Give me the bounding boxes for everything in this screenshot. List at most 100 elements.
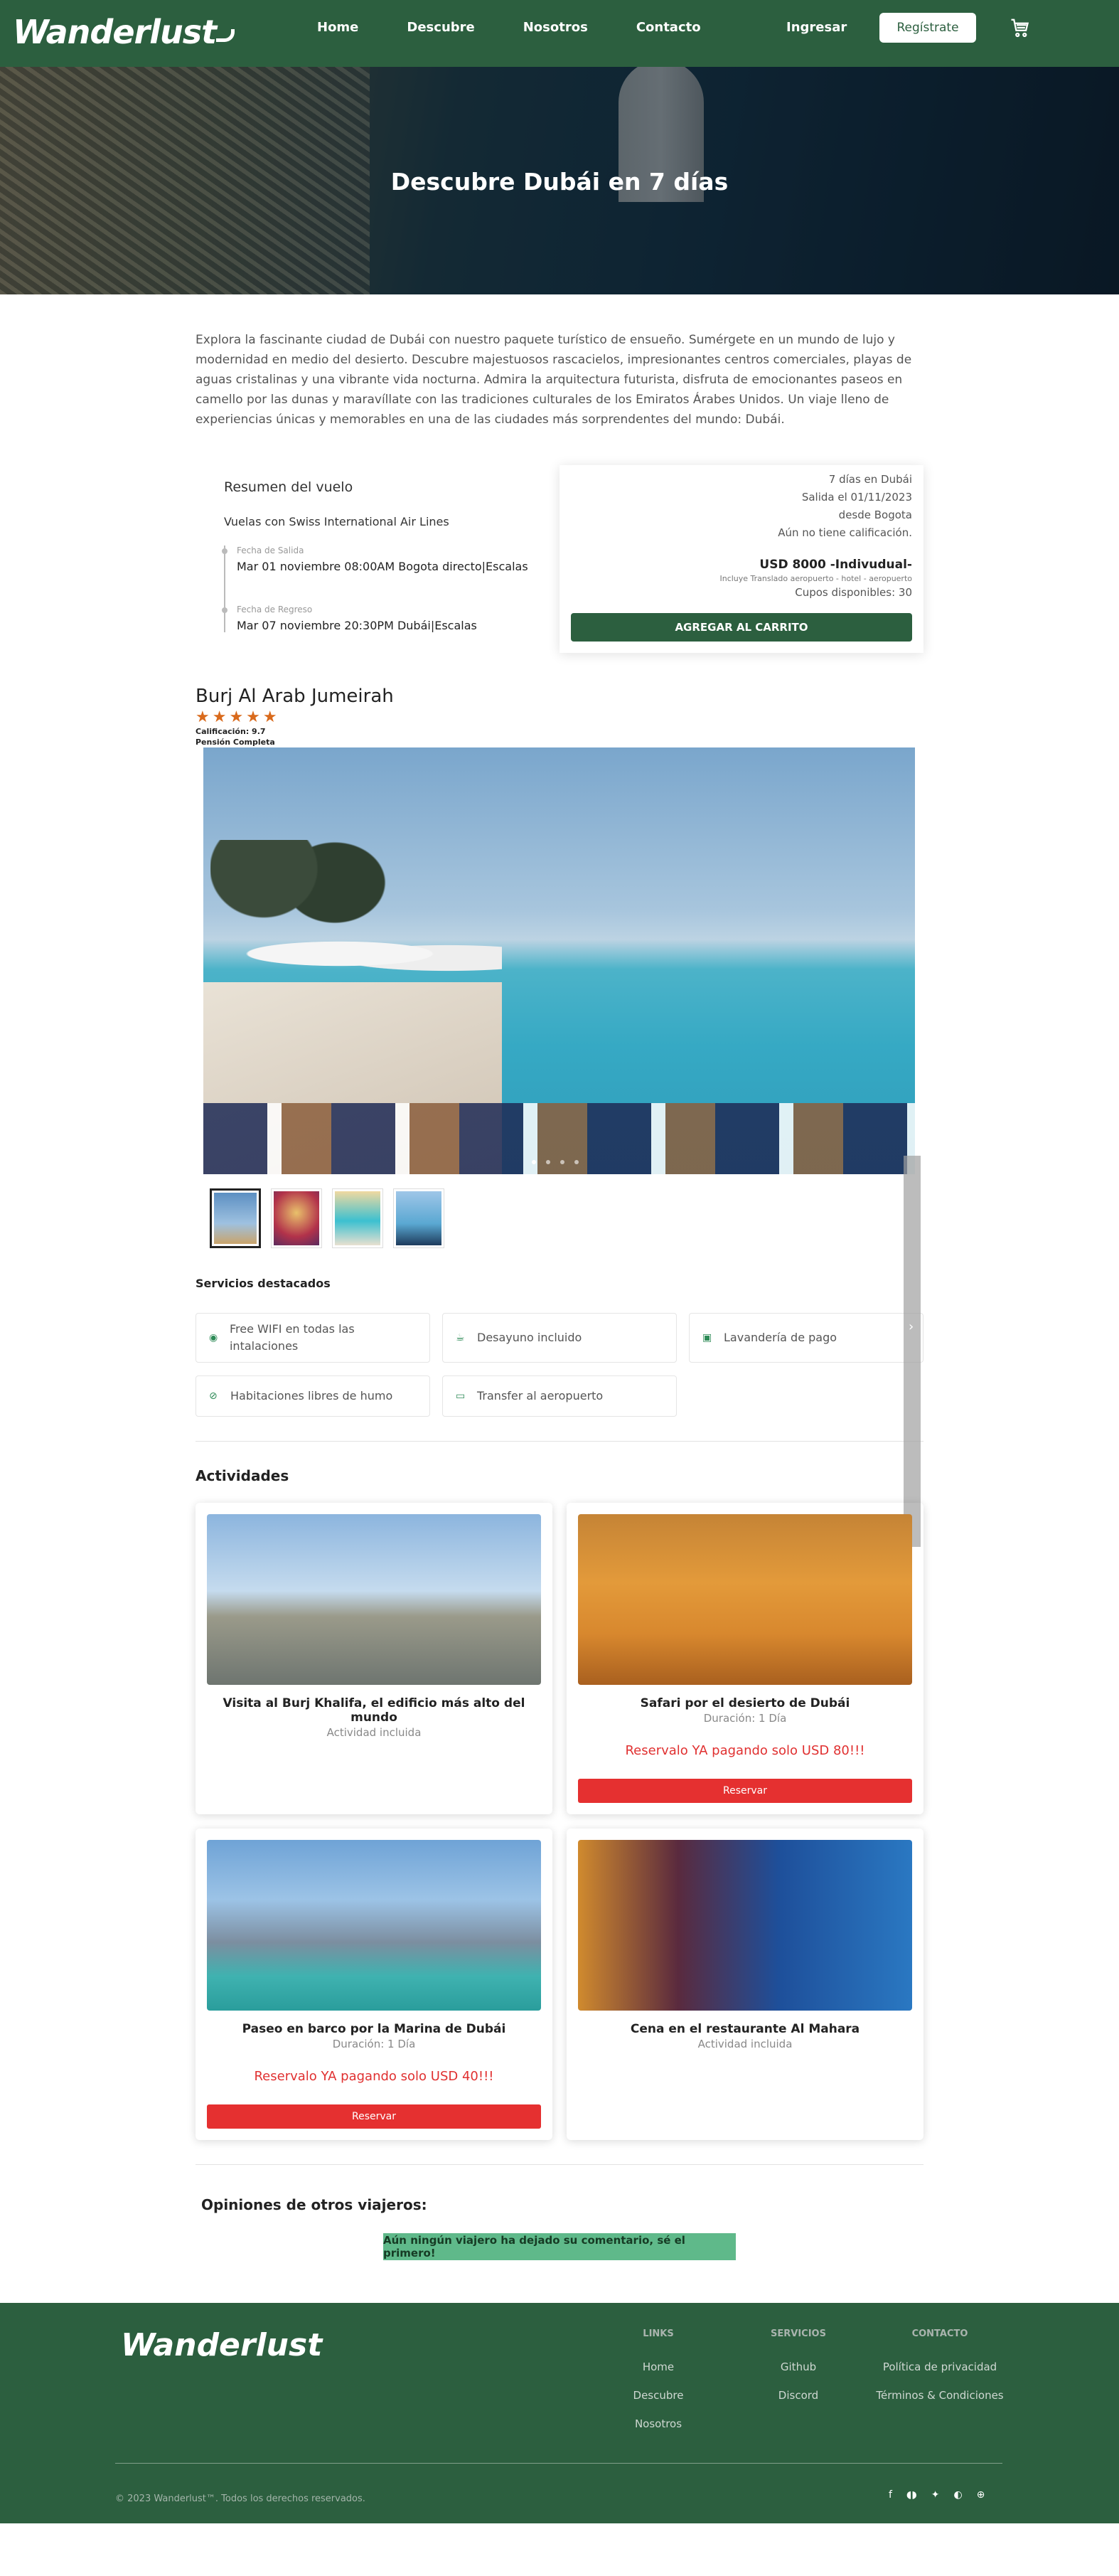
nav-link-descubre[interactable]: Descubre	[407, 20, 474, 35]
footer-col-title: SERVICIOS	[771, 2328, 826, 2339]
coffee-icon: ☕	[456, 1332, 465, 1343]
footer-link-github[interactable]: Github	[770, 2361, 827, 2373]
hotel-score: Calificación: 9.7	[196, 727, 266, 736]
github-icon[interactable]: ◐	[953, 2489, 962, 2501]
footer: Wanderlust LINKS Home Descubre Nosotros …	[0, 2303, 1119, 2523]
activity-title: Visita al Burj Khalifa, el edificio más …	[223, 1696, 525, 1725]
footer-link-privacy[interactable]: Política de privacidad	[876, 2361, 1004, 2373]
activity-sub: Duración: 1 Día	[332, 2038, 416, 2050]
main-content: Explora la fascinante ciudad de Dubái co…	[196, 330, 923, 2260]
activity-promo: Reservalo YA pagando solo USD 80!!!	[625, 1743, 865, 1758]
activity-card: Safari por el desierto de Dubái Duración…	[567, 1503, 923, 1814]
footer-link-home[interactable]: Home	[633, 2361, 684, 2373]
hotel-board: Pensión Completa	[196, 738, 275, 747]
flight-timeline: Fecha de Salida Mar 01 noviembre 08:00AM…	[222, 545, 531, 632]
hotel-stars: ★★★★★	[196, 708, 280, 726]
footer-divider	[115, 2463, 1002, 2464]
activity-image	[578, 1514, 912, 1685]
nav-link-contacto[interactable]: Contacto	[636, 20, 701, 35]
activity-promo: Reservalo YA pagando solo USD 40!!!	[254, 2069, 494, 2084]
service-item: ▣ Lavandería de pago	[689, 1313, 923, 1363]
footer-link-terms[interactable]: Términos & Condiciones	[876, 2389, 1004, 2402]
chevron-right-icon[interactable]: ›	[909, 1319, 914, 1334]
no-smoking-icon: ⊘	[209, 1390, 218, 1402]
airline-text: Vuelas con Swiss International Air Lines	[224, 515, 449, 528]
thumbnail[interactable]	[271, 1188, 322, 1248]
nav-link-nosotros[interactable]: Nosotros	[523, 20, 588, 35]
service-item: ◉ Free WIFI en todas las intalaciones	[196, 1313, 430, 1363]
footer-col-contact: CONTACTO Política de privacidad Términos…	[876, 2328, 1004, 2417]
activity-title: Cena en el restaurante Al Mahara	[630, 2022, 860, 2036]
activity-image	[207, 1514, 541, 1685]
booking-card: 7 días en Dubái Salida el 01/11/2023 des…	[560, 465, 923, 653]
register-button[interactable]: Regístrate	[879, 13, 976, 43]
nav-link-home[interactable]: Home	[317, 20, 358, 35]
price-text: USD 8000 -Indivudual-	[759, 558, 912, 572]
activity-image	[578, 1840, 912, 2011]
login-link[interactable]: Ingresar	[786, 20, 847, 35]
thumbnail[interactable]	[393, 1188, 444, 1248]
hotel-name: Burj Al Arab Jumeirah	[196, 686, 394, 707]
departure-label: Fecha de Salida	[222, 545, 531, 555]
activity-sub: Actividad incluida	[697, 2038, 793, 2050]
footer-link-nosotros[interactable]: Nosotros	[633, 2417, 684, 2430]
service-item: ☕ Desayuno incluido	[442, 1313, 677, 1363]
brand-name: Wanderlust	[13, 13, 217, 51]
cart-icon[interactable]	[1010, 17, 1031, 38]
return-value: Mar 07 noviembre 20:30PM Dubái|Escalas	[237, 619, 477, 632]
package-description: Explora la fascinante ciudad de Dubái co…	[196, 333, 912, 427]
thumbnail[interactable]	[210, 1188, 261, 1248]
flight-title: Resumen del vuelo	[224, 479, 353, 495]
twitter-icon[interactable]: ✦	[931, 2489, 940, 2501]
service-label: Transfer al aeropuerto	[477, 1389, 604, 1403]
gallery-dots	[532, 1160, 579, 1164]
reviews-title: Opiniones de otros viajeros:	[201, 2196, 427, 2213]
thumbnail[interactable]	[332, 1188, 383, 1248]
dribbble-icon[interactable]: ⊕	[977, 2489, 985, 2501]
services-grid: ◉ Free WIFI en todas las intalaciones ☕ De…	[196, 1313, 923, 1417]
activity-sub: Duración: 1 Día	[703, 1712, 787, 1725]
laundry-icon: ▣	[702, 1332, 712, 1343]
footer-col-services: SERVICIOS Github Discord	[770, 2328, 827, 2417]
service-label: Habitaciones libres de humo	[230, 1389, 393, 1403]
wifi-icon: ◉	[209, 1332, 218, 1343]
brand-logo[interactable]: Wanderlust	[13, 13, 235, 51]
gallery-dot[interactable]	[560, 1160, 564, 1164]
services-title: Servicios destacados	[196, 1277, 331, 1290]
nav-links: Home Descubre Nosotros Contacto	[317, 20, 749, 35]
service-item: ⊘ Habitaciones libres de humo	[196, 1375, 430, 1417]
footer-col-links: LINKS Home Descubre Nosotros	[633, 2328, 684, 2446]
service-label: Lavandería de pago	[724, 1331, 837, 1344]
rating-text: Aún no tiene calificación.	[778, 526, 912, 539]
gallery-dot[interactable]	[574, 1160, 579, 1164]
gallery-dot[interactable]	[532, 1160, 536, 1164]
activity-sub: Actividad incluida	[326, 1726, 422, 1739]
top-navbar: Wanderlust Home Descubre Nosotros Contac…	[0, 0, 1119, 67]
activities-grid: Visita al Burj Khalifa, el edificio más …	[196, 1503, 923, 2140]
service-item: ▭ Transfer al aeropuerto	[442, 1375, 677, 1417]
footer-link-discord[interactable]: Discord	[770, 2389, 827, 2402]
divider	[196, 2164, 923, 2165]
hero-title: Descubre Dubái en 7 días	[390, 168, 729, 196]
includes-text: Incluye Translado aeropuerto - hotel - a…	[719, 574, 912, 583]
duration-text: 7 días en Dubái	[828, 473, 912, 486]
gallery-dot[interactable]	[546, 1160, 550, 1164]
reserve-button[interactable]: Reservar	[578, 1779, 912, 1803]
reserve-button[interactable]: Reservar	[207, 2104, 541, 2129]
hotel-gallery[interactable]	[203, 747, 915, 1174]
add-to-cart-button[interactable]: AGREGAR AL CARRITO	[571, 613, 912, 642]
service-label: Free WIFI en todas las intalaciones	[229, 1322, 355, 1353]
divider	[196, 1441, 923, 1442]
discord-icon[interactable]: ◖◗	[906, 2489, 917, 2501]
hero-banner: Descubre Dubái en 7 días	[0, 67, 1119, 294]
footer-link-descubre[interactable]: Descubre	[633, 2389, 684, 2402]
service-label: Desayuno incluido	[477, 1331, 582, 1344]
activity-card: Cena en el restaurante Al Mahara Activid…	[567, 1829, 923, 2140]
seats-text: Cupos disponibles: 30	[795, 586, 912, 599]
facebook-icon[interactable]: f	[889, 2489, 892, 2501]
footer-logo[interactable]: Wanderlust	[121, 2327, 322, 2363]
departure-date: Salida el 01/11/2023	[801, 491, 912, 504]
gallery-thumbnails	[210, 1188, 923, 1248]
gallery-next-bar[interactable]	[904, 1156, 921, 1547]
return-label: Fecha de Regreso	[222, 605, 531, 614]
